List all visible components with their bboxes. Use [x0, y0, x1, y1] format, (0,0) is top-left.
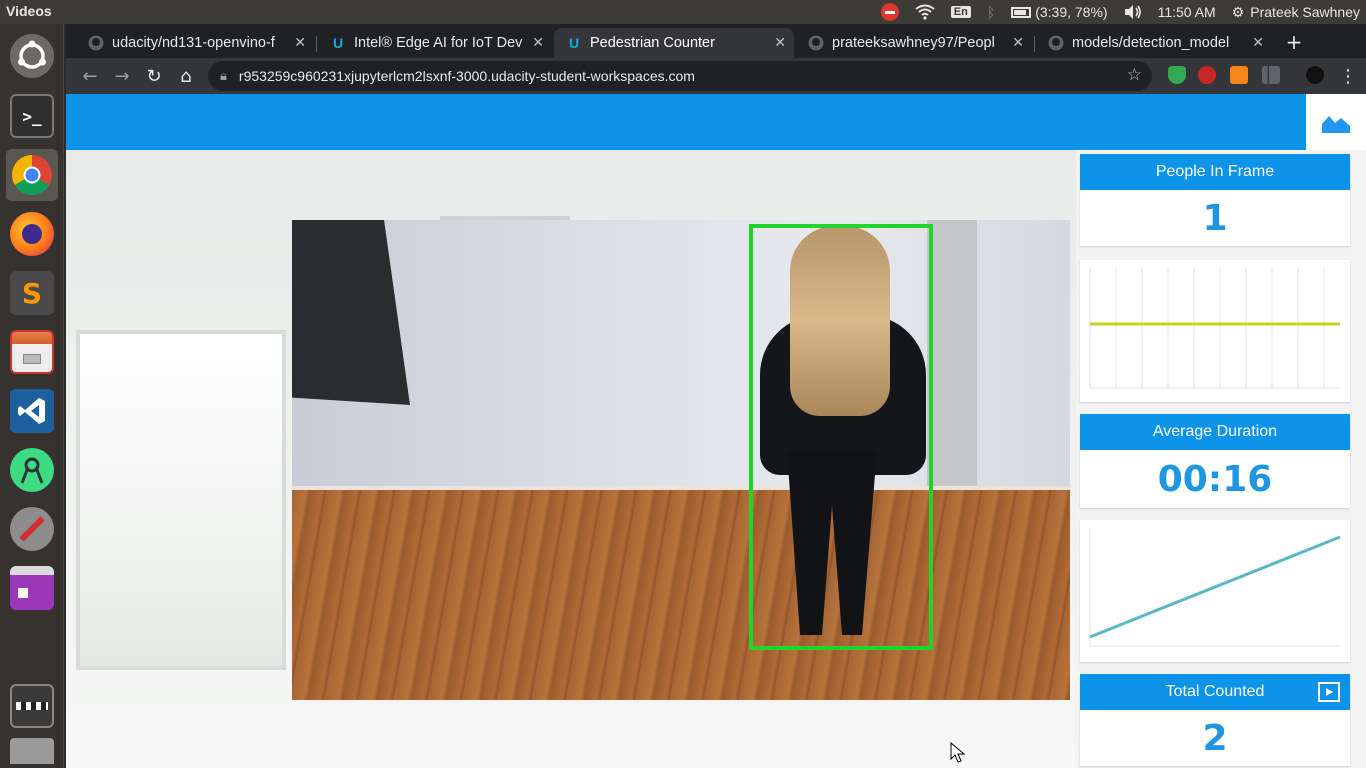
tab-intel-edge-ai[interactable]: U Intel® Edge AI for IoT Dev ✕: [318, 28, 552, 58]
stats-extension-icon[interactable]: [1262, 66, 1280, 84]
tab-title: Pedestrian Counter: [590, 35, 715, 51]
pedestrian-counter-page: People In Frame 1 Average Duration 00:16…: [66, 94, 1366, 768]
mouse-pointer-icon: [950, 742, 966, 763]
people-in-frame-label: People In Frame: [1080, 154, 1350, 190]
lock-icon[interactable]: 🔒︎: [220, 69, 227, 84]
chrome-browser-window: udacity/nd131-openvino-f ✕ U Intel® Edge…: [66, 24, 1366, 768]
tab-close-button[interactable]: ✕: [1252, 34, 1264, 51]
gear-icon: ⚙: [1231, 3, 1245, 20]
shield-extension-icon[interactable]: [1168, 66, 1186, 84]
chrome-menu-button[interactable]: ⋮: [1336, 64, 1360, 88]
new-tab-button[interactable]: +: [1282, 30, 1306, 54]
files-icon[interactable]: [6, 326, 58, 378]
no-entry-icon[interactable]: [880, 3, 899, 21]
tab-strip: udacity/nd131-openvino-f ✕ U Intel® Edge…: [66, 24, 1366, 58]
person-bounding-box: [749, 224, 933, 650]
active-app-title: Videos: [6, 3, 52, 19]
cubes-icon[interactable]: [6, 621, 58, 673]
tab-prateeksawhney97[interactable]: prateeksawhney97/Peopl ✕: [796, 28, 1032, 58]
area-chart-icon: [1322, 116, 1350, 133]
app-header: [66, 94, 1306, 150]
firefox-icon[interactable]: [6, 208, 58, 260]
tab-close-button[interactable]: ✕: [294, 34, 306, 51]
total-counted-value: 2: [1202, 717, 1228, 759]
video-editor-icon[interactable]: [6, 680, 58, 732]
forward-button[interactable]: →: [110, 64, 134, 88]
github-icon: [808, 35, 824, 51]
udacity-icon: U: [332, 35, 344, 51]
battery-text: (3:39, 78%): [1035, 4, 1108, 20]
average-duration-value: 00:16: [1157, 458, 1273, 500]
user-menu[interactable]: ⚙ Prateek Sawhney: [1232, 4, 1360, 21]
tab-title: udacity/nd131-openvino-f: [112, 35, 275, 51]
tab-title: prateeksawhney97/Peopl: [832, 35, 995, 51]
bookmark-star-icon[interactable]: ☆: [1127, 65, 1142, 85]
url-text: r953259c960231xjupyterlcm2lsxnf-3000.uda…: [238, 68, 695, 84]
vscode-icon[interactable]: [6, 385, 58, 437]
system-indicators: En ᛒ (3:39, 78%) 11:50 AM ⚙ Prateek Sawh…: [873, 0, 1366, 24]
tab-close-button[interactable]: ✕: [774, 34, 786, 51]
chrome-icon[interactable]: [6, 149, 58, 201]
metamask-icon[interactable]: [1230, 66, 1248, 84]
terminal-icon[interactable]: >_: [6, 90, 58, 142]
udacity-icon: U: [568, 35, 580, 51]
tab-pedestrian-counter[interactable]: U Pedestrian Counter ✕: [554, 28, 794, 58]
video-frame[interactable]: [292, 220, 1070, 700]
total-counted-label: Total Counted: [1165, 683, 1265, 700]
average-duration-chart: [1080, 520, 1350, 662]
profile-avatar[interactable]: [1306, 66, 1324, 84]
android-studio-icon[interactable]: [6, 444, 58, 496]
average-duration-card: Average Duration 00:16: [1080, 414, 1350, 508]
wifi-icon[interactable]: [915, 4, 935, 20]
tab-close-button[interactable]: ✕: [1012, 34, 1024, 51]
people-in-frame-chart: [1080, 260, 1350, 402]
reload-button[interactable]: ↻: [142, 64, 166, 88]
tab-separator: [1034, 36, 1035, 52]
people-in-frame-line-chart: [1089, 268, 1340, 389]
total-counted-header: Total Counted: [1080, 674, 1350, 710]
tab-separator: [316, 36, 317, 52]
ubuntu-dash-icon[interactable]: [6, 30, 58, 82]
video-pillar: [927, 220, 977, 500]
chart-toggle-button[interactable]: [1306, 94, 1366, 150]
home-button[interactable]: ⌂: [174, 64, 198, 88]
battery-icon: [1011, 6, 1032, 18]
scanner-icon[interactable]: [6, 736, 58, 766]
extension-icon[interactable]: [1198, 66, 1216, 84]
battery-indicator[interactable]: (3:39, 78%): [1011, 4, 1108, 20]
user-name: Prateek Sawhney: [1250, 4, 1360, 20]
github-icon: [88, 35, 104, 51]
github-icon: [1048, 35, 1064, 51]
tab-close-button[interactable]: ✕: [532, 34, 544, 51]
unity-launcher: >_ S: [0, 24, 64, 768]
back-button[interactable]: ←: [78, 64, 102, 88]
address-bar[interactable]: 🔒︎ r953259c960231xjupyterlcm2lsxnf-3000.…: [208, 61, 1152, 91]
volume-icon[interactable]: [1124, 4, 1142, 20]
settings-tools-icon[interactable]: [6, 503, 58, 555]
system-top-bar: Videos En ᛒ (3:39, 78%) 11:50 AM ⚙ Prate…: [0, 0, 1366, 24]
tab-title: models/detection_model: [1072, 35, 1230, 51]
tab-udacity-nd131[interactable]: udacity/nd131-openvino-f ✕: [76, 28, 314, 58]
stats-sidebar: People In Frame 1 Average Duration 00:16…: [1076, 150, 1366, 768]
keyboard-layout-indicator[interactable]: En: [950, 6, 971, 18]
people-in-frame-value: 1: [1202, 197, 1228, 239]
people-in-frame-card: People In Frame 1: [1080, 154, 1350, 246]
tab-models-detection[interactable]: models/detection_model ✕: [1036, 28, 1272, 58]
clock[interactable]: 11:50 AM: [1158, 4, 1216, 20]
play-icon[interactable]: [1318, 682, 1340, 702]
tab-title: Intel® Edge AI for IoT Dev: [354, 35, 523, 51]
sublime-text-icon[interactable]: S: [6, 267, 58, 319]
average-duration-line-chart: [1089, 528, 1341, 647]
browser-toolbar: ← → ↻ ⌂ 🔒︎ r953259c960231xjupyterlcm2lsx…: [66, 58, 1366, 94]
total-counted-card: Total Counted 2: [1080, 674, 1350, 766]
average-duration-label: Average Duration: [1080, 414, 1350, 450]
app-icon[interactable]: [6, 562, 58, 614]
average-duration-series-line: [1089, 535, 1341, 639]
background-window: [76, 330, 286, 670]
bluetooth-icon[interactable]: ᛒ: [987, 4, 995, 20]
video-floor: [292, 490, 1070, 700]
